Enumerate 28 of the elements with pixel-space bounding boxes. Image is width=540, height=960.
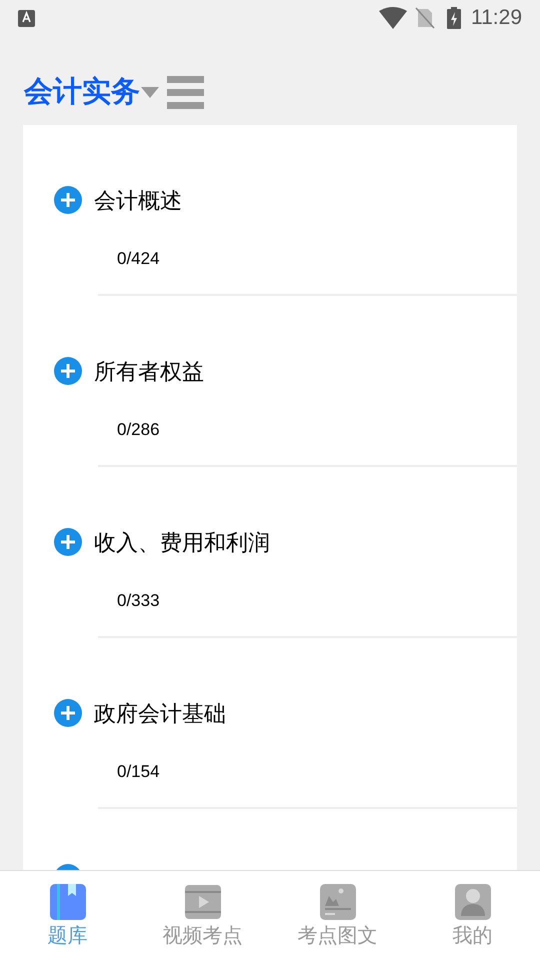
progress-count: 0/154 <box>117 761 160 784</box>
progress-count: 0/286 <box>117 419 160 442</box>
progress-count: 0/424 <box>117 248 160 270</box>
chapter-title[interactable]: 会计概述 <box>94 184 182 216</box>
progress-count: 0/333 <box>117 590 160 612</box>
plus-circle-icon[interactable] <box>54 699 82 727</box>
nav-tab[interactable]: 考点图文 <box>270 871 405 960</box>
menu-icon[interactable] <box>167 76 204 108</box>
chapter-title[interactable]: 政府会计基础 <box>94 696 226 730</box>
dropdown-caret-icon[interactable] <box>141 87 159 99</box>
keyboard-app-icon <box>18 10 35 26</box>
book-icon <box>50 884 86 920</box>
nav-tab[interactable]: 题库 <box>0 871 135 960</box>
no-sim-icon <box>415 7 435 29</box>
battery-charging-icon <box>447 7 461 29</box>
status-time: 11:29 <box>471 5 522 32</box>
plus-circle-icon[interactable] <box>54 357 82 385</box>
nav-tab[interactable]: 视频考点 <box>135 871 270 960</box>
wifi-icon <box>379 7 407 29</box>
plus-circle-icon[interactable] <box>54 186 82 214</box>
subject-title[interactable]: 会计实务 <box>24 78 140 106</box>
image-icon <box>320 884 356 920</box>
nav-tab[interactable]: 我的 <box>405 871 540 960</box>
video-icon <box>184 884 220 920</box>
plus-circle-icon[interactable] <box>54 528 82 556</box>
person-icon <box>454 884 490 920</box>
chapter-title[interactable]: 收入、费用和利润 <box>94 526 270 558</box>
chapter-title[interactable]: 所有者权益 <box>94 354 204 388</box>
